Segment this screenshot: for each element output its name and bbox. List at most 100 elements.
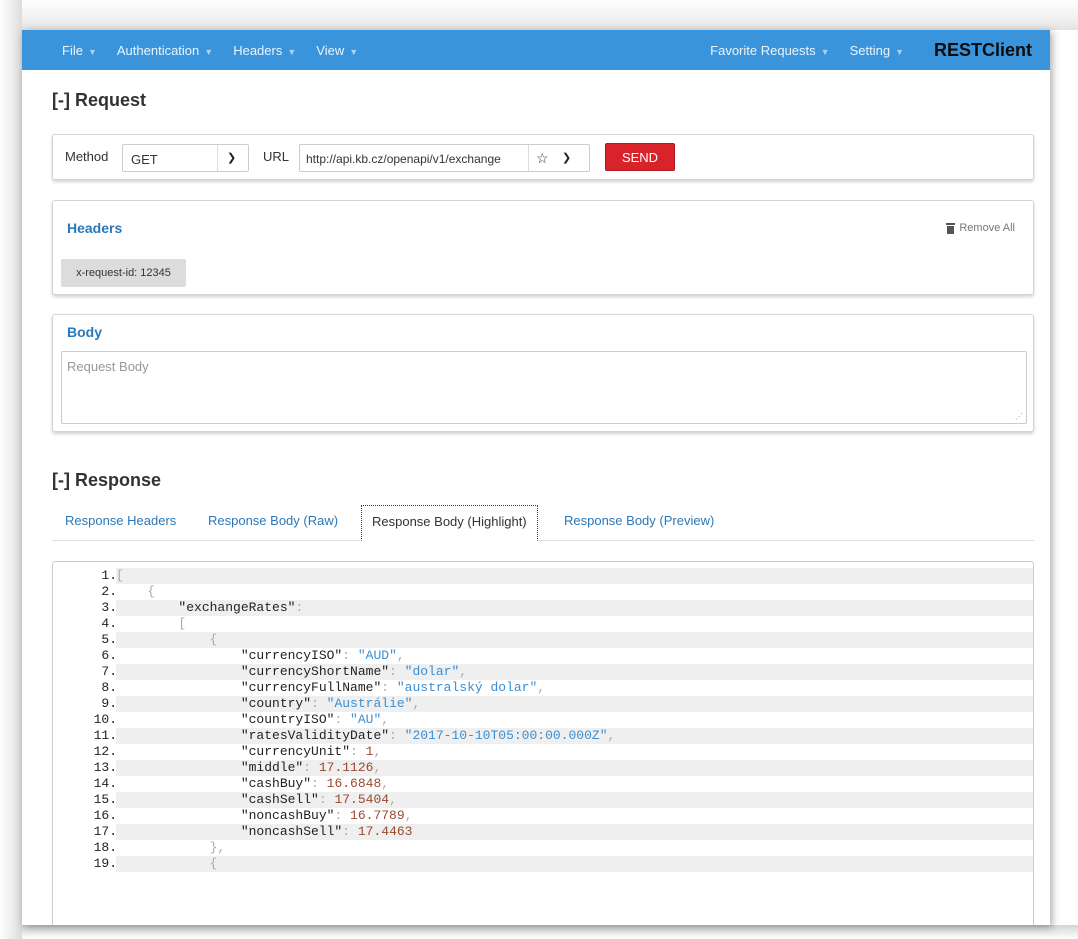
code-line: 11. "ratesValidityDate": "2017-10-10T05:… [53, 728, 1033, 744]
code-token: "ratesValidityDate" [116, 728, 390, 743]
code-token: : [334, 808, 351, 823]
code-text: "currencyFullName": "australský dolar", [116, 680, 1033, 696]
response-section-title[interactable]: [-] Response [52, 470, 161, 491]
code-token: : [311, 696, 327, 711]
code-line: 2. { [53, 584, 1033, 600]
code-token: "noncashBuy" [116, 808, 335, 823]
code-text: "countryISO": "AU", [116, 712, 1033, 728]
request-body-placeholder: Request Body [67, 359, 149, 374]
code-line: 14. "cashBuy": 16.6848, [53, 776, 1033, 792]
request-body-textarea[interactable]: Request Body ⋰ [61, 351, 1027, 424]
code-text: "currencyISO": "AUD", [116, 648, 1033, 664]
window-frame-left [0, 0, 22, 939]
code-token: : [318, 792, 335, 807]
code-token: : [342, 824, 358, 839]
code-line: 5. { [53, 632, 1033, 648]
nav-view-label: View [316, 42, 345, 58]
nav-setting-menu[interactable]: Setting ▼ [850, 43, 904, 58]
top-navbar: File ▼ Authentication ▼ Headers ▼ View ▼ Fav… [22, 30, 1050, 70]
code-token: "AUD" [357, 648, 397, 663]
code-token: 17.5404 [334, 792, 390, 807]
remove-all-headers-button[interactable]: Remove All [946, 222, 1015, 234]
headers-panel: Headers Remove All x-request-id: 12345 [52, 200, 1034, 295]
code-line: 16. "noncashBuy": 16.7789, [53, 808, 1033, 824]
app-brand[interactable]: RESTClient [934, 40, 1032, 61]
code-token: "Austrálie" [326, 696, 413, 711]
code-token: "currencyShortName" [116, 664, 390, 679]
tab-response-body-highlight[interactable]: Response Body (Highlight) [361, 505, 538, 541]
send-button[interactable]: SEND [605, 143, 675, 171]
method-label: Method [65, 149, 109, 164]
nav-authentication-menu[interactable]: Authentication ▼ [117, 43, 213, 58]
nav-headers-menu[interactable]: Headers ▼ [233, 43, 296, 58]
window-frame-bottom [22, 925, 1078, 939]
code-text: { [116, 584, 1033, 600]
code-token: 17.4463 [357, 824, 413, 839]
nav-view-menu[interactable]: View ▼ [316, 43, 358, 58]
nav-favorite-requests-label: Favorite Requests [710, 42, 816, 58]
code-token: "country" [116, 696, 312, 711]
code-token: [ [116, 568, 124, 583]
code-line: 1.[ [53, 568, 1033, 584]
code-token: { [116, 632, 218, 647]
code-token: , [607, 728, 616, 743]
method-value: GET [131, 152, 158, 167]
chevron-down-icon: ❯ [227, 152, 237, 164]
code-text: "noncashBuy": 16.7789, [116, 808, 1033, 824]
header-tag[interactable]: x-request-id: 12345 [61, 259, 186, 287]
code-text: "exchangeRates": [116, 600, 1033, 616]
code-text: "country": "Austrálie", [116, 696, 1033, 712]
code-line: 15. "cashSell": 17.5404, [53, 792, 1033, 808]
response-tabs: Response Headers Response Body (Raw) Res… [52, 505, 1034, 541]
code-token: "australský dolar" [396, 680, 538, 695]
caret-down-icon: ▼ [287, 46, 297, 57]
nav-file-menu[interactable]: File ▼ [62, 43, 97, 58]
line-number: 4. [101, 616, 117, 631]
tab-response-headers[interactable]: Response Headers [65, 513, 176, 528]
tab-response-body-preview[interactable]: Response Body (Preview) [564, 513, 714, 528]
code-line: 17. "noncashSell": 17.4463 [53, 824, 1033, 840]
code-line: 3. "exchangeRates": [53, 600, 1033, 616]
resize-grip-icon[interactable]: ⋰ [1015, 412, 1023, 421]
code-text: "cashBuy": 16.6848, [116, 776, 1033, 792]
code-line: 19. { [53, 856, 1033, 872]
method-select[interactable]: GET ❯ [122, 144, 249, 172]
response-code-view[interactable]: 1.[2. {3. "exchangeRates": 4. [5. {6. "cu… [52, 561, 1034, 925]
nav-favorite-requests-menu[interactable]: Favorite Requests ▼ [710, 43, 829, 58]
code-line: 8. "currencyFullName": "australský dolar… [53, 680, 1033, 696]
line-number: 5. [101, 632, 117, 647]
star-icon[interactable]: ☆ [536, 150, 549, 167]
code-line: 9. "country": "Austrálie", [53, 696, 1033, 712]
code-token: "AU" [350, 712, 382, 727]
code-line: 18. }, [53, 840, 1033, 856]
nav-setting-label: Setting [849, 42, 891, 58]
line-number: 11. [93, 728, 117, 743]
code-line: 12. "currencyUnit": 1, [53, 744, 1033, 760]
chevron-down-icon[interactable]: ❯ [562, 151, 571, 164]
code-token: 17.1126 [318, 760, 374, 775]
request-section-title[interactable]: [-] Request [52, 90, 146, 111]
code-token: , [404, 808, 413, 823]
code-text: "cashSell": 17.5404, [116, 792, 1033, 808]
caret-down-icon: ▼ [349, 46, 359, 57]
url-input[interactable]: http://api.kb.cz/openapi/v1/exchange ☆ ❯ [299, 144, 590, 172]
line-number: 19. [93, 856, 117, 871]
code-token: , [537, 680, 546, 695]
line-number: 1. [101, 568, 117, 583]
code-token: : [381, 680, 397, 695]
code-text: "noncashSell": 17.4463 [116, 824, 1033, 840]
window-frame-top [0, 0, 1078, 30]
line-number: 6. [101, 648, 117, 663]
line-number: 10. [93, 712, 117, 727]
line-number: 9. [101, 696, 117, 711]
caret-down-icon: ▼ [204, 46, 214, 57]
line-number: 14. [93, 776, 117, 791]
code-token: , [373, 760, 382, 775]
line-number: 17. [93, 824, 117, 839]
code-token: , [381, 776, 390, 791]
code-token: "2017-10-10T05:00:00.000Z" [404, 728, 608, 743]
tab-response-body-raw[interactable]: Response Body (Raw) [208, 513, 338, 528]
code-text: [ [116, 616, 1033, 632]
code-token: 16.6848 [326, 776, 382, 791]
nav-file-label: File [62, 42, 83, 58]
